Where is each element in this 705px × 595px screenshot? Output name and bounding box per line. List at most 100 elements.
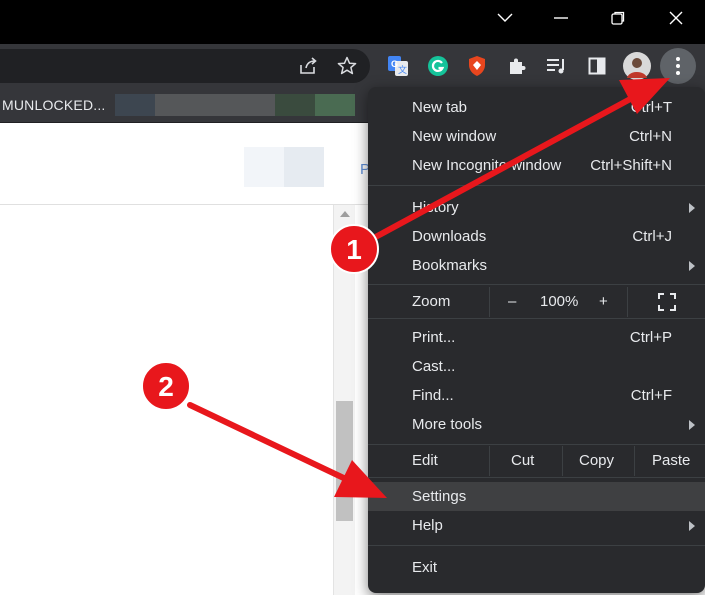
profile-avatar-button[interactable] [622,51,652,81]
scrollbar[interactable] [333,205,355,595]
blurred-element [244,147,284,187]
menu-item-label: New Incognito window [412,157,562,174]
menu-separator [368,318,705,319]
blurred-bookmark [275,94,315,116]
menu-separator [489,446,490,476]
menu-item-new-tab[interactable]: New tab Ctrl+T [368,93,705,122]
menu-item-downloads[interactable]: Downloads Ctrl+J [368,222,705,251]
blurred-bookmark [315,94,355,116]
submenu-arrow-icon [689,521,695,531]
zoom-level-value: 100% [540,293,579,310]
submenu-arrow-icon [689,261,695,271]
blurred-bookmark [115,94,155,116]
menu-item-label: Settings [412,488,467,505]
menu-item-more-tools[interactable]: More tools [368,410,705,439]
minimize-icon [554,17,568,19]
avatar [623,52,651,80]
side-panel-button[interactable] [582,51,612,81]
menu-separator [368,444,705,445]
share-button[interactable] [290,49,326,83]
scrollbar-thumb[interactable] [336,401,353,521]
browser-toolbar: G 文 [0,44,705,89]
menu-item-history[interactable]: History [368,193,705,222]
menu-item-label: New tab [412,99,468,116]
svg-text:文: 文 [398,64,407,76]
menu-item-label: Downloads [412,228,487,245]
close-icon [669,11,683,25]
restore-button[interactable] [590,0,646,36]
fullscreen-button[interactable] [658,293,676,315]
google-translate-icon: G 文 [388,56,408,76]
menu-item-label: Exit [412,559,438,576]
share-icon [300,57,317,74]
menu-item-label: History [412,199,459,216]
chrome-main-menu: New tab Ctrl+T New window Ctrl+N New Inc… [368,87,705,593]
menu-separator [368,545,705,546]
paste-button[interactable]: Paste [652,452,690,469]
menu-item-label: New window [412,128,497,145]
shield-icon [469,56,485,76]
menu-item-find[interactable]: Find... Ctrl+F [368,381,705,410]
puzzle-piece-icon [510,58,526,74]
menu-separator [489,287,490,317]
bookmark-item[interactable]: MUNLOCKED... [2,97,106,113]
menu-separator [562,446,563,476]
title-bar [0,0,705,44]
reading-list-button[interactable] [542,51,572,81]
divider [0,204,370,205]
menu-item-label: Help [412,517,443,534]
menu-item-new-window[interactable]: New window Ctrl+N [368,122,705,151]
playlist-icon [547,59,564,74]
menu-item-cast[interactable]: Cast... [368,352,705,381]
menu-item-shortcut: Ctrl+P [629,329,672,346]
menu-separator [368,284,705,285]
fullscreen-icon [658,293,676,311]
grammarly-extension[interactable] [423,51,453,81]
menu-item-print[interactable]: Print... Ctrl+P [368,323,705,352]
bookmark-star-button[interactable] [329,49,365,83]
menu-item-help[interactable]: Help [368,511,705,540]
more-vertical-icon [676,57,680,75]
edit-label: Edit [412,452,438,469]
tab-search-button[interactable] [477,0,533,36]
zoom-in-button[interactable]: + [599,293,608,310]
side-panel-icon [588,57,606,75]
chevron-down-icon [497,13,513,22]
menu-item-shortcut: Ctrl+N [629,128,672,145]
menu-separator [368,185,705,186]
submenu-arrow-icon [689,203,695,213]
scroll-up-arrow-icon[interactable] [340,211,350,217]
minimize-button[interactable] [533,0,589,36]
extensions-button[interactable] [502,51,532,81]
menu-item-label: More tools [412,416,483,433]
close-button[interactable] [648,0,704,36]
address-bar[interactable] [0,49,370,83]
menu-separator [627,287,628,317]
menu-row-edit: Edit Cut Copy Paste [368,446,705,476]
svg-text:G: G [391,59,398,69]
zoom-out-button[interactable]: – [508,293,516,310]
menu-item-settings[interactable]: Settings [368,482,705,511]
copy-button[interactable]: Copy [579,452,614,469]
cut-button[interactable]: Cut [511,452,534,469]
menu-separator [634,446,635,476]
menu-item-exit[interactable]: Exit [368,553,705,582]
shield-extension[interactable] [462,51,492,81]
restore-icon [611,11,625,25]
menu-item-label: Bookmarks [412,257,488,274]
menu-item-label: Cast... [412,358,456,375]
submenu-arrow-icon [689,420,695,430]
zoom-label: Zoom [412,293,451,310]
google-translate-extension[interactable]: G 文 [383,51,413,81]
menu-item-label: Find... [412,387,454,404]
chrome-menu-button[interactable] [660,48,696,84]
menu-item-shortcut: Ctrl+F [630,387,672,404]
blurred-element [284,147,324,187]
menu-item-shortcut: Ctrl+T [630,99,672,116]
menu-separator [368,477,705,478]
menu-item-new-incognito-window[interactable]: New Incognito window Ctrl+Shift+N [368,151,705,180]
menu-item-label: Print... [412,329,456,346]
menu-item-bookmarks[interactable]: Bookmarks [368,251,705,280]
menu-item-shortcut: Ctrl+J [632,228,672,245]
star-icon [337,56,357,75]
